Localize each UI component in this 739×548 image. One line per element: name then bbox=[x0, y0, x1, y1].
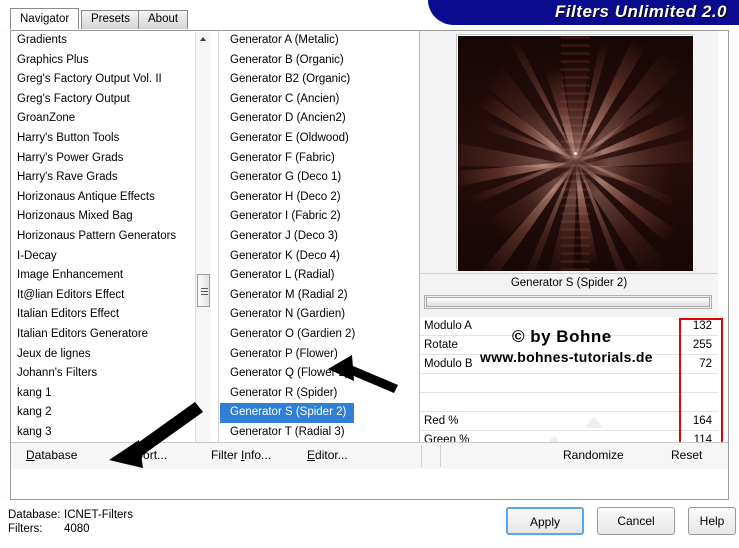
filter-list-item[interactable]: Generator M (Radial 2) bbox=[220, 286, 418, 306]
randomize-button[interactable]: Randomize bbox=[563, 448, 624, 462]
filter-list-item[interactable]: Generator A (Metalic) bbox=[220, 31, 418, 51]
tab-presets[interactable]: Presets bbox=[81, 10, 140, 29]
category-list-item[interactable]: Greg's Factory Output Vol. II bbox=[11, 70, 209, 90]
filter-list-item[interactable]: Generator F (Fabric) bbox=[220, 149, 418, 169]
parameter-panel: Generator S (Spider 2) Modulo A 132 Rotate… bbox=[420, 31, 718, 468]
category-list[interactable]: GradientsGraphics PlusGreg's Factory Out… bbox=[11, 31, 209, 468]
status-filters-label: Filters: bbox=[8, 523, 64, 535]
filter-list-item[interactable]: Generator Q (Flower 2) bbox=[220, 364, 418, 384]
parameter-label: Modulo B bbox=[424, 355, 473, 373]
filter-list-row: Generator S (Spider 2) bbox=[220, 403, 418, 423]
category-list-item[interactable]: kang 1 bbox=[11, 384, 209, 404]
parameter-label: Red % bbox=[424, 412, 459, 430]
import-button[interactable]: Import... bbox=[123, 448, 167, 462]
parameter-value: 164 bbox=[693, 412, 712, 430]
category-list-item[interactable]: Italian Editors Effect bbox=[11, 305, 209, 325]
filter-list-item[interactable]: Generator N (Gardien) bbox=[220, 305, 418, 325]
status-database-value: ICNET-Filters bbox=[64, 509, 133, 521]
status-bar: Database:ICNET-Filters Filters:4080 Appl… bbox=[0, 501, 739, 548]
filter-list-item[interactable]: Generator E (Oldwood) bbox=[220, 129, 418, 149]
preview-frame bbox=[456, 34, 693, 271]
filter-preview-image[interactable] bbox=[458, 36, 693, 271]
category-list-item[interactable]: kang 3 bbox=[11, 423, 209, 443]
filter-list-item[interactable]: Generator I (Fabric 2) bbox=[220, 207, 418, 227]
chevron-up-icon bbox=[200, 37, 206, 41]
category-list-item[interactable]: Image Enhancement bbox=[11, 266, 209, 286]
filter-list-item-selected[interactable]: Generator S (Spider 2) bbox=[220, 403, 354, 423]
scroll-up-button[interactable] bbox=[196, 32, 211, 47]
tab-about[interactable]: About bbox=[138, 10, 188, 29]
editor-button[interactable]: Editor... bbox=[307, 448, 348, 462]
filter-list-item[interactable]: Generator D (Ancien2) bbox=[220, 109, 418, 129]
watermark-url: www.bohnes-tutorials.de bbox=[480, 349, 653, 365]
category-list-item[interactable]: Graphics Plus bbox=[11, 51, 209, 71]
list-divider-1 bbox=[218, 31, 219, 468]
category-list-item[interactable]: Italian Editors Generatore bbox=[11, 325, 209, 345]
slider-thumb[interactable] bbox=[426, 297, 710, 307]
parameter-value: 132 bbox=[693, 317, 712, 335]
category-list-item[interactable]: Harry's Button Tools bbox=[11, 129, 209, 149]
help-button[interactable]: Help bbox=[688, 507, 736, 535]
category-list-item[interactable]: Harry's Power Grads bbox=[11, 149, 209, 169]
filter-list-item[interactable]: Generator J (Deco 3) bbox=[220, 227, 418, 247]
category-list-item[interactable]: GroanZone bbox=[11, 109, 209, 129]
category-list-item[interactable]: Gradients bbox=[11, 31, 209, 51]
tab-navigator[interactable]: Navigator bbox=[10, 8, 79, 29]
category-list-item[interactable]: Johann's Filters bbox=[11, 364, 209, 384]
reset-button[interactable]: Reset bbox=[671, 448, 702, 462]
filter-list[interactable]: Generator A (Metalic)Generator B (Organi… bbox=[220, 31, 418, 468]
database-button-label: atabase bbox=[35, 448, 78, 462]
slider-marker-icon[interactable] bbox=[585, 416, 603, 428]
status-database: Database:ICNET-Filters bbox=[8, 509, 133, 521]
status-filters: Filters:4080 bbox=[8, 523, 90, 535]
app-banner: Filters Unlimited 2.0 bbox=[428, 0, 739, 25]
filter-list-item[interactable]: Generator R (Spider) bbox=[220, 384, 418, 404]
apply-button[interactable]: Apply bbox=[506, 507, 584, 535]
parameter-value: 72 bbox=[699, 355, 712, 373]
category-list-item[interactable]: Jeux de lignes bbox=[11, 345, 209, 365]
filter-list-item[interactable]: Generator P (Flower) bbox=[220, 345, 418, 365]
category-list-item[interactable]: Horizonaus Pattern Generators bbox=[11, 227, 209, 247]
cancel-button[interactable]: Cancel bbox=[597, 507, 675, 535]
category-list-scrollbar[interactable] bbox=[195, 32, 211, 467]
watermark-copyright: © by Bohne bbox=[512, 327, 612, 347]
database-button[interactable]: Database bbox=[26, 448, 77, 462]
category-list-item[interactable]: Horizonaus Antique Effects bbox=[11, 188, 209, 208]
parameter-label: Modulo A bbox=[424, 317, 472, 335]
preview-horizontal-slider[interactable] bbox=[424, 295, 712, 309]
filter-list-item[interactable]: Generator L (Radial) bbox=[220, 266, 418, 286]
filter-list-item[interactable]: Generator C (Ancien) bbox=[220, 90, 418, 110]
filter-list-item[interactable]: Generator B2 (Organic) bbox=[220, 70, 418, 90]
filter-list-item[interactable]: Generator H (Deco 2) bbox=[220, 188, 418, 208]
parameter-value: 255 bbox=[693, 336, 712, 354]
parameter-row[interactable]: Red % 164 bbox=[420, 412, 718, 431]
scrollbar-thumb[interactable] bbox=[197, 274, 210, 307]
filter-info-button[interactable]: Filter Info... bbox=[211, 448, 271, 462]
filter-list-item[interactable]: Generator G (Deco 1) bbox=[220, 168, 418, 188]
parameter-row-spacer bbox=[420, 393, 718, 412]
category-list-item[interactable]: I-Decay bbox=[11, 247, 209, 267]
parameter-label: Rotate bbox=[424, 336, 458, 354]
category-list-item[interactable]: Harry's Rave Grads bbox=[11, 168, 209, 188]
filter-list-item[interactable]: Generator K (Deco 4) bbox=[220, 247, 418, 267]
parameter-row-spacer bbox=[420, 374, 718, 393]
category-list-item[interactable]: It@lian Editors Effect bbox=[11, 286, 209, 306]
category-list-item[interactable]: Greg's Factory Output bbox=[11, 90, 209, 110]
filter-list-item[interactable]: Generator B (Organic) bbox=[220, 51, 418, 71]
filter-list-item[interactable]: Generator T (Radial 3) bbox=[220, 423, 418, 443]
category-list-item[interactable]: kang 2 bbox=[11, 403, 209, 423]
status-database-label: Database: bbox=[8, 509, 64, 521]
preview-caption: Generator S (Spider 2) bbox=[420, 274, 718, 292]
filter-list-item[interactable]: Generator O (Gardien 2) bbox=[220, 325, 418, 345]
toolbar: Database Import... Filter Info... Editor… bbox=[11, 442, 728, 469]
status-filters-value: 4080 bbox=[64, 523, 90, 535]
app-title: Filters Unlimited 2.0 bbox=[555, 2, 727, 22]
category-list-item[interactable]: Horizonaus Mixed Bag bbox=[11, 207, 209, 227]
filters-unlimited-window: Filters Unlimited 2.0 Navigator Presets … bbox=[0, 0, 739, 548]
